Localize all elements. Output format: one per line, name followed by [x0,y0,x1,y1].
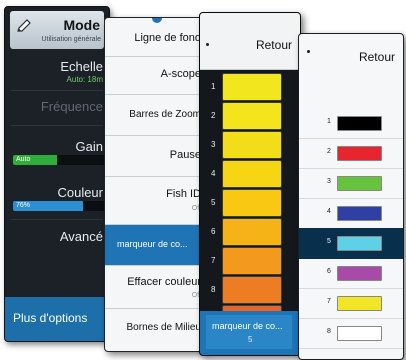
palette-number: 8 [327,328,331,335]
avance-label[interactable]: Avancé [60,229,103,244]
mode-label: Mode [63,17,100,33]
menu-item-barres-de-zoom[interactable]: Barres de Zoom [105,95,205,136]
palette-number: 6 [327,268,331,275]
more-options-button[interactable]: Plus d'options [5,297,109,341]
sonar-options-menu: Ligne de fond A-scope Barres de Zoom Pau… [104,17,206,352]
palette-option[interactable]: 6 [299,258,403,289]
divider [11,219,103,220]
palette-number: 4 [327,208,331,215]
frequence-label[interactable]: Fréquence [41,99,103,114]
palette-number: 3 [211,140,216,149]
divider [11,90,103,91]
menu-item-label: marqueur de co... [117,239,188,249]
menu-item-label: A-scope [160,68,201,80]
color-marker-label: marqueur de co... [212,321,283,331]
couleur-slider[interactable]: 76% [13,201,105,211]
menu-item-effacer-couleur[interactable]: Effacer couleur Off [105,266,205,309]
palette-option[interactable]: 1 [299,108,403,139]
menu-item-ligne-de-fond[interactable]: Ligne de fond [105,18,205,57]
palette-swatch[interactable] [222,73,282,101]
palette-option[interactable]: 3 [299,168,403,199]
color-marker-button[interactable]: marqueur de co... 5 [206,315,292,349]
sonar-settings-menu: Mode Utilisation générale Echelle Auto: … [4,6,110,342]
palette-swatch [337,266,382,281]
back-button[interactable]: Retour [200,13,300,70]
menu-item-a-scope[interactable]: A-scope [105,57,205,95]
menu-item-bornes-de-milieu[interactable]: Bornes de Milieu [105,309,205,351]
menu-item-label: Effacer couleur [127,276,201,288]
color-marker-palette-light: Retour 1 2 3 4 5 6 7 8 [298,33,404,360]
back-button[interactable]: Retour [359,50,395,64]
mode-button[interactable]: Mode Utilisation générale [10,11,104,49]
menu-item-fish-id[interactable]: Fish ID Off [105,177,205,225]
palette-swatch [337,236,382,251]
menu-item-label: Ligne de fond [134,32,201,44]
palette-swatch[interactable] [222,160,282,188]
couleur-slider-text: 76% [16,202,31,209]
palette-number: 4 [211,169,216,178]
palette-swatch [337,206,382,221]
divider [11,125,103,126]
palette-number: 5 [211,198,216,207]
bullet-icon [206,43,209,46]
color-marker-value: 5 [248,335,253,344]
palette-number: 7 [327,298,331,305]
palette-option[interactable]: 7 [299,288,403,319]
palette-swatch [337,296,382,311]
gain-slider[interactable]: Auto [13,155,105,165]
menu-item-marqueur-de-couleur[interactable]: marqueur de co... [105,225,205,266]
palette-option[interactable]: 4 [299,198,403,229]
palette-swatch [337,326,382,341]
palette-swatch[interactable] [222,102,282,130]
color-marker-footer[interactable]: marqueur de co... 5 [200,311,300,355]
back-label: Retour [255,38,292,52]
palette-number: 6 [211,227,216,236]
palette-swatch[interactable] [222,247,282,275]
palette-swatch[interactable] [222,276,282,304]
palette-swatch [337,116,382,131]
palette-number: 7 [211,256,216,265]
pencil-icon [17,19,31,32]
palette-swatch[interactable] [222,218,282,246]
gain-label[interactable]: Gain [76,139,103,154]
menu-item-label: Fish ID [166,188,201,200]
palette-option[interactable]: 2 [299,138,403,169]
palette-option[interactable]: 5 [299,228,403,259]
couleur-label[interactable]: Couleur [57,185,103,200]
menu-item-label: Pause [169,149,201,161]
palette-number: 8 [211,285,216,294]
gain-slider-text: Auto [16,156,31,163]
palette-swatch[interactable] [222,189,282,217]
palette-number: 1 [211,82,216,91]
palette-number: 3 [327,178,331,185]
palette-number: 5 [327,238,331,245]
palette-swatch[interactable] [222,131,282,159]
echelle-value: Auto: 18m [66,75,103,84]
color-marker-palette-dark: Retour 1 2 3 4 5 6 7 8 marqueur de co... 5 [199,12,301,356]
palette-number: 2 [211,111,216,120]
more-options-label: Plus d'options [13,311,88,325]
mode-value: Utilisation générale [41,36,101,43]
palette-swatch [337,176,382,191]
echelle-label[interactable]: Echelle [60,59,103,74]
palette-option[interactable]: 8 [299,318,403,349]
bullet-icon [307,50,310,53]
palette-swatch [337,146,382,161]
menu-item-label: Barres de Zoom [129,109,201,120]
menu-item-label: Bornes de Milieu [126,322,201,333]
palette-number: 1 [327,118,331,125]
menu-item-pause[interactable]: Pause [105,136,205,177]
palette-number: 2 [327,148,331,155]
